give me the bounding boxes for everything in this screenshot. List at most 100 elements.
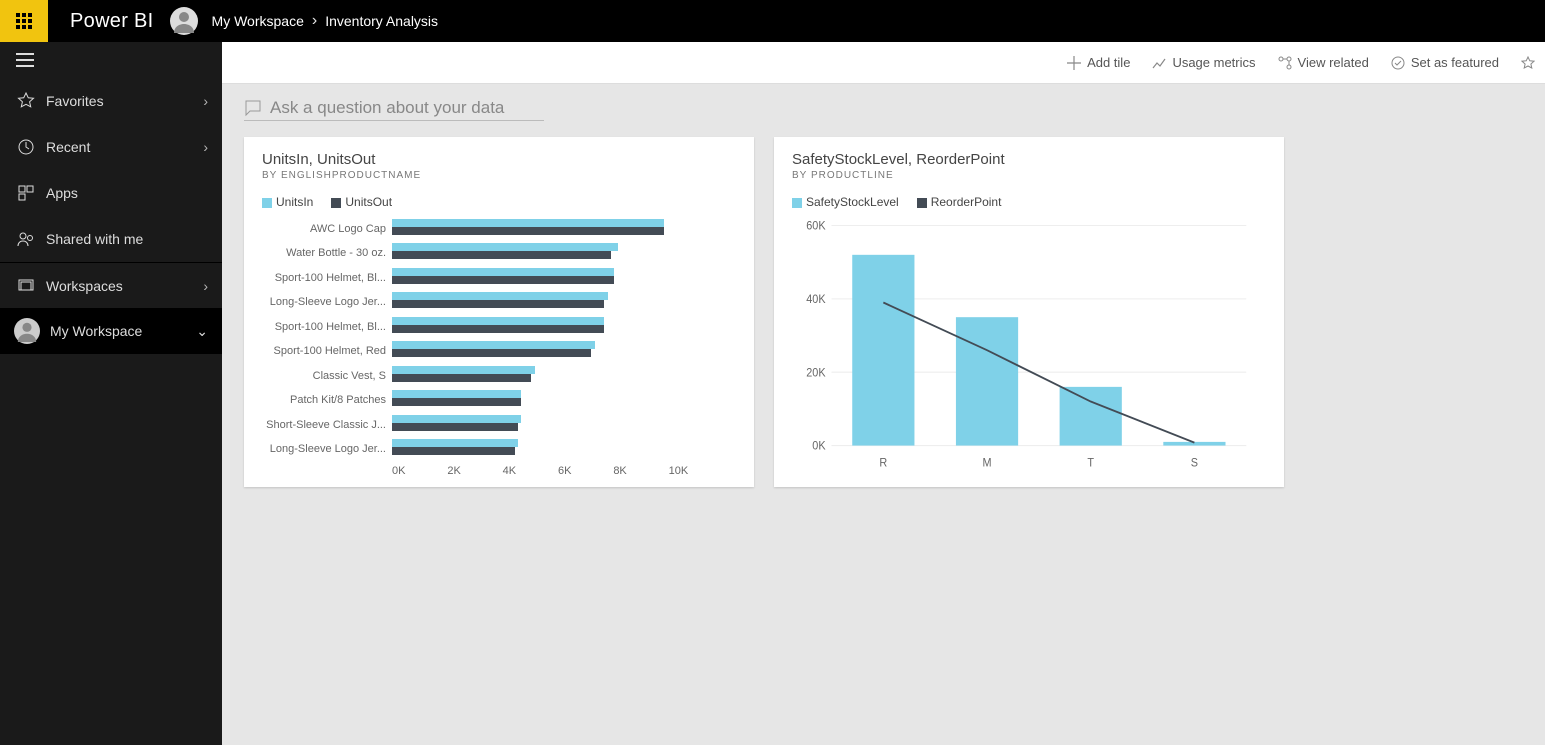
bar-unitsout: [392, 276, 614, 284]
bar-category-label: AWC Logo Cap: [262, 223, 392, 235]
crumb-page: Inventory Analysis: [325, 13, 438, 29]
breadcrumb: My Workspace › Inventory Analysis: [212, 12, 439, 30]
related-label: View related: [1298, 55, 1369, 70]
column-bar: [852, 255, 914, 446]
set-featured-button[interactable]: Set as featured: [1391, 55, 1499, 70]
clock-icon: [14, 138, 38, 156]
chart-units-bar: AWC Logo Cap Water Bottle - 30 oz. Sport…: [262, 219, 736, 477]
nav-label: Recent: [46, 139, 203, 155]
bar-unitsin: [392, 341, 595, 349]
waffle-icon: [16, 13, 32, 29]
qa-placeholder: Ask a question about your data: [270, 98, 504, 118]
left-nav: Favorites› Recent› Apps Shared with me W…: [0, 42, 222, 745]
bar-row: Sport-100 Helmet, Red: [262, 341, 724, 361]
view-related-button[interactable]: View related: [1278, 55, 1369, 70]
nav-item-workspaces[interactable]: Workspaces›: [0, 262, 222, 308]
bar-category-label: Water Bottle - 30 oz.: [262, 247, 392, 259]
svg-text:R: R: [879, 457, 887, 469]
swatch-icon: [917, 198, 927, 208]
x-tick: 10K: [669, 465, 724, 477]
content-area: Add tile Usage metrics View related Set …: [222, 42, 1545, 745]
apps-icon: [14, 184, 38, 202]
bar-category-label: Sport-100 Helmet, Red: [262, 345, 392, 357]
column-bar: [1060, 387, 1122, 446]
swatch-icon: [792, 198, 802, 208]
column-bar: [956, 317, 1018, 445]
bar-row: Sport-100 Helmet, Bl...: [262, 268, 724, 288]
chevron-right-icon: ›: [203, 93, 208, 109]
tile1-subtitle: By EnglishProductName: [262, 170, 736, 181]
svg-text:40K: 40K: [806, 294, 826, 306]
x-tick: 8K: [613, 465, 668, 477]
x-tick: 0K: [392, 465, 447, 477]
bar-unitsout: [392, 398, 521, 406]
hamburger-icon: [16, 53, 34, 67]
person-icon: [172, 9, 196, 33]
bar-unitsin: [392, 317, 604, 325]
svg-text:60K: 60K: [806, 220, 826, 232]
user-avatar[interactable]: [170, 7, 198, 35]
chevron-right-icon: ›: [203, 278, 208, 294]
dashboard-toolbar: Add tile Usage metrics View related Set …: [222, 42, 1545, 84]
bar-row: AWC Logo Cap: [262, 219, 724, 239]
related-icon: [1278, 56, 1292, 70]
top-bar: Power BI My Workspace › Inventory Analys…: [0, 0, 1545, 42]
favorite-star-button[interactable]: [1521, 56, 1535, 70]
person-icon: [16, 320, 38, 342]
nav-item-recent[interactable]: Recent›: [0, 124, 222, 170]
plus-icon: [1067, 56, 1081, 70]
bar-unitsin: [392, 219, 664, 227]
app-launcher-button[interactable]: [0, 0, 48, 42]
nav-label: Apps: [46, 185, 208, 201]
qa-input[interactable]: Ask a question about your data: [244, 98, 544, 121]
bar-unitsout: [392, 349, 591, 357]
add-tile-button[interactable]: Add tile: [1067, 55, 1130, 70]
workspace-avatar: [14, 318, 40, 344]
bar-category-label: Patch Kit/8 Patches: [262, 394, 392, 406]
usage-label: Usage metrics: [1172, 55, 1255, 70]
bar-category-label: Short-Sleeve Classic J...: [262, 419, 392, 431]
brand-label: Power BI: [48, 10, 164, 33]
bar-unitsout: [392, 300, 604, 308]
bar-unitsout: [392, 423, 518, 431]
bar-row: Patch Kit/8 Patches: [262, 390, 724, 410]
dashboard-canvas: Ask a question about your data UnitsIn, …: [222, 84, 1545, 745]
nav-label: Workspaces: [46, 278, 203, 294]
bar-row: Water Bottle - 30 oz.: [262, 243, 724, 263]
bar-unitsout: [392, 447, 515, 455]
nav-item-shared with me[interactable]: Shared with me: [0, 216, 222, 262]
bar-unitsin: [392, 366, 535, 374]
bar-row: Long-Sleeve Logo Jer...: [262, 439, 724, 459]
legend-reorder: ReorderPoint: [917, 195, 1002, 209]
bar-unitsout: [392, 251, 611, 259]
nav-toggle-button[interactable]: [0, 42, 222, 78]
chart-line-icon: [1152, 56, 1166, 70]
nav-item-apps[interactable]: Apps: [0, 170, 222, 216]
bar-unitsout: [392, 374, 531, 382]
bar-unitsout: [392, 227, 664, 235]
usage-metrics-button[interactable]: Usage metrics: [1152, 55, 1255, 70]
tile1-title: UnitsIn, UnitsOut: [262, 151, 736, 168]
chevron-down-icon: ⌄: [196, 323, 208, 340]
current-workspace-button[interactable]: My Workspace ⌄: [0, 308, 222, 354]
bar-unitsin: [392, 415, 521, 423]
star-icon: [14, 92, 38, 110]
x-tick: 4K: [503, 465, 558, 477]
tile-safety[interactable]: SafetyStockLevel, ReorderPoint By Produc…: [774, 137, 1284, 487]
tile2-title: SafetyStockLevel, ReorderPoint: [792, 151, 1266, 168]
chevron-right-icon: ›: [312, 12, 317, 30]
star-outline-icon: [1521, 56, 1535, 70]
bar-category-label: Classic Vest, S: [262, 370, 392, 382]
nav-item-favorites[interactable]: Favorites›: [0, 78, 222, 124]
svg-text:20K: 20K: [806, 367, 826, 379]
svg-text:M: M: [983, 457, 992, 469]
chevron-right-icon: ›: [203, 139, 208, 155]
current-workspace-label: My Workspace: [50, 323, 196, 339]
bar-unitsout: [392, 325, 604, 333]
tile-units[interactable]: UnitsIn, UnitsOut By EnglishProductName …: [244, 137, 754, 487]
nav-label: Favorites: [46, 93, 203, 109]
crumb-workspace[interactable]: My Workspace: [212, 13, 304, 29]
swatch-icon: [262, 198, 272, 208]
bar-unitsin: [392, 268, 614, 276]
x-tick: 6K: [558, 465, 613, 477]
